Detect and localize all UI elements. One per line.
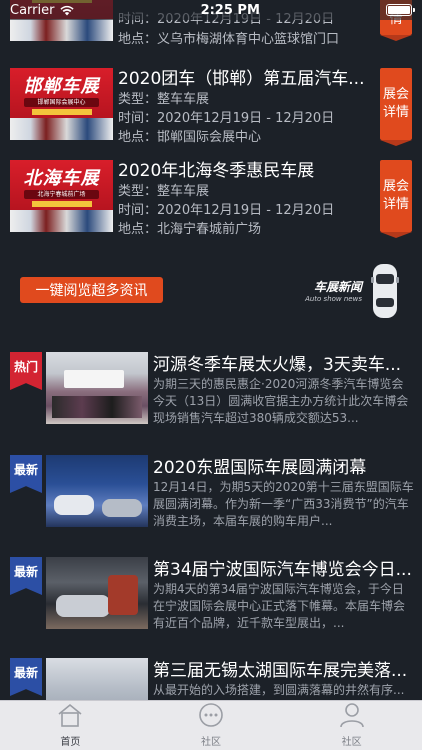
thumb-car-shape — [56, 595, 110, 617]
auto-show-news-en: Auto show news — [305, 295, 362, 303]
expo-list-item[interactable]: 邯郸车展 邯郸国际会展中心 2020团车（邯郸）第五届汽车... 类型：整车车展… — [0, 62, 422, 146]
status-left: Carrier — [10, 2, 75, 18]
thumb-date-strip — [32, 109, 92, 115]
news-description: 为期三天的惠民惠企·2020河源冬季汽车博览会今天（13日）圆满收官据主办方统计… — [153, 377, 409, 425]
status-bar: Carrier 2:25 PM — [0, 0, 422, 20]
thumb-crowd-shape — [64, 370, 124, 388]
car-icon — [371, 264, 399, 318]
home-icon — [58, 703, 82, 727]
thumb-subtitle: 北海宁春城前广场 — [24, 190, 99, 199]
thumb-car-shape — [108, 575, 138, 615]
tab-profile[interactable]: 社区 — [281, 701, 422, 750]
expo-type: 类型：整车车展 — [118, 92, 210, 107]
expo-detail-button[interactable]: 展会 详情 — [380, 68, 412, 146]
tab-home[interactable]: 首页 — [0, 701, 141, 750]
thumb-car-shape — [54, 495, 94, 515]
expo-time: 时间：2020年12月19日 - 12月20日 — [118, 203, 335, 218]
browse-news-button[interactable]: 一键阅览超多资讯 — [20, 277, 163, 303]
news-title[interactable]: 第三届无锡太湖国际车展完美落... — [153, 656, 415, 681]
news-description: 为期4天的第34届宁波国际汽车博览会，于今日在宁波国际会展中心正式落下帷幕。本届… — [153, 582, 406, 630]
wifi-icon — [60, 5, 75, 15]
detail-label-line1: 展会 — [382, 179, 409, 194]
expo-location: 地点：北海宁春城前广场 — [118, 222, 262, 237]
news-thumbnail — [46, 557, 148, 629]
tab-label: 首页 — [60, 737, 81, 748]
news-list-item[interactable]: 最新 第34届宁波国际汽车博览会今日... 为期4天的第34届宁波国际汽车博览会… — [0, 557, 422, 657]
news-header: 一键阅览超多资讯 车展新闻 Auto show news — [0, 258, 422, 324]
detail-label-line1: 展会 — [382, 87, 409, 102]
tab-bar: 首页 社区 社区 — [0, 700, 422, 750]
status-time: 2:25 PM — [200, 2, 260, 18]
news-description: 12月14日，为期5天的2020第十三届东盟国际车展圆满闭幕。作为新一季“广西3… — [153, 480, 414, 528]
thumb-cars-image — [10, 118, 113, 140]
thumb-date-strip — [32, 201, 92, 207]
main-content[interactable]: 时间：2020年12月19日 - 12月20日 地点：义乌市梅湖体育中心篮球馆门… — [0, 0, 422, 700]
new-badge: 最新 — [10, 658, 42, 696]
new-badge: 最新 — [10, 455, 42, 493]
news-thumbnail — [46, 658, 148, 700]
news-title[interactable]: 河源冬季车展太火爆，3天卖车... — [153, 350, 415, 375]
expo-location: 地点：义乌市梅湖体育中心篮球馆门口 — [118, 32, 340, 47]
auto-show-news-label: 车展新闻 Auto show news — [298, 278, 362, 303]
new-badge: 最新 — [10, 557, 42, 595]
thumb-title: 北海车展 — [23, 168, 100, 189]
news-description: 从最开始的入场搭建，到圆满落幕的井然有序... — [153, 683, 405, 697]
news-title[interactable]: 第34届宁波国际汽车博览会今日... — [153, 555, 415, 580]
detail-label-line2: 详情 — [382, 197, 409, 212]
expo-detail-button[interactable]: 展会 详情 — [380, 160, 412, 238]
carrier-label: Carrier — [10, 2, 55, 18]
user-icon — [339, 703, 364, 728]
expo-location: 地点：邯郸国际会展中心 — [118, 130, 262, 145]
tab-label: 社区 — [341, 737, 362, 748]
thumb-subtitle: 邯郸国际会展中心 — [24, 98, 99, 107]
chat-bubble-icon — [199, 703, 223, 727]
tab-community[interactable]: 社区 — [141, 701, 282, 750]
news-thumbnail — [46, 352, 148, 424]
thumb-crowd-shape — [52, 396, 142, 418]
expo-type: 类型：整车车展 — [118, 184, 210, 199]
expo-thumbnail: 北海车展 北海宁春城前广场 — [10, 160, 113, 232]
battery-fill — [387, 6, 410, 14]
news-list-item[interactable]: 最新 第三届无锡太湖国际车展完美落... 从最开始的入场搭建，到圆满落幕的井然有… — [0, 658, 422, 700]
hot-badge: 热门 — [10, 352, 42, 390]
expo-list-item[interactable]: 北海车展 北海宁春城前广场 2020年北海冬季惠民车展 类型：整车车展 时间：2… — [0, 154, 422, 238]
expo-thumbnail: 邯郸车展 邯郸国际会展中心 — [10, 68, 113, 140]
news-list-item[interactable]: 热门 河源冬季车展太火爆，3天卖车... 为期三天的惠民惠企·2020河源冬季汽… — [0, 352, 422, 452]
thumb-title: 邯郸车展 — [23, 76, 100, 97]
news-thumbnail — [46, 455, 148, 527]
detail-label-line2: 详情 — [382, 105, 409, 120]
expo-title[interactable]: 2020团车（邯郸）第五届汽车... — [118, 64, 368, 89]
expo-time: 时间：2020年12月19日 - 12月20日 — [118, 111, 335, 126]
thumb-cars-image — [10, 19, 113, 41]
auto-show-news-cn: 车展新闻 — [313, 280, 362, 294]
expo-title[interactable]: 2020年北海冬季惠民车展 — [118, 156, 368, 181]
news-list-item[interactable]: 最新 2020东盟国际车展圆满闭幕 12月14日，为期5天的2020第十三届东盟… — [0, 455, 422, 555]
tab-label: 社区 — [201, 737, 221, 748]
thumb-car-shape — [102, 499, 142, 517]
battery-icon — [385, 4, 415, 16]
thumb-cars-image — [10, 210, 113, 232]
news-title[interactable]: 2020东盟国际车展圆满闭幕 — [153, 453, 415, 478]
